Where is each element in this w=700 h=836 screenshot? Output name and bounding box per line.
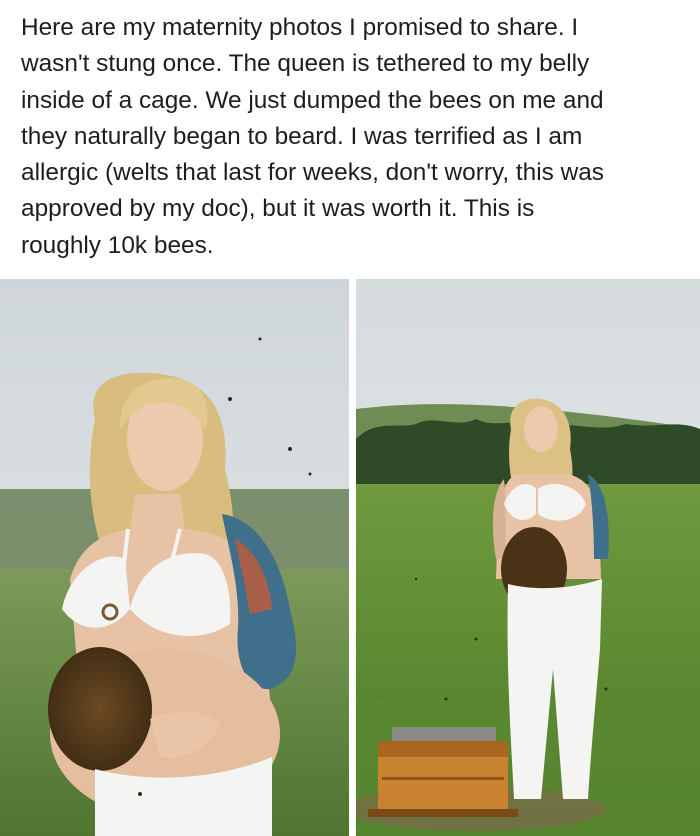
post-text: Here are my maternity photos I promised …	[21, 10, 686, 264]
post-text-line: allergic (welts that last for weeks, don…	[21, 159, 605, 187]
post-text-line: approved by my doc), but it was worth it…	[21, 195, 535, 223]
post-text-line: Here are my maternity photos I promised …	[21, 14, 579, 41]
maternity-photo-closeup[interactable]	[0, 279, 349, 836]
photo-closeup-image	[0, 279, 349, 836]
post-text-line: they naturally began to beard. I was ter…	[21, 122, 583, 150]
post: Here are my maternity photos I promised …	[0, 0, 700, 836]
photo-fullbody-image	[356, 279, 700, 836]
post-text-line: inside of a cage. We just dumped the bee…	[21, 86, 604, 114]
maternity-photo-fullbody[interactable]	[356, 279, 700, 836]
post-text-line: roughly 10k bees.	[21, 231, 214, 259]
post-text-line: wasn't stung once. The queen is tethered…	[21, 50, 590, 78]
photo-gallery	[0, 279, 700, 836]
